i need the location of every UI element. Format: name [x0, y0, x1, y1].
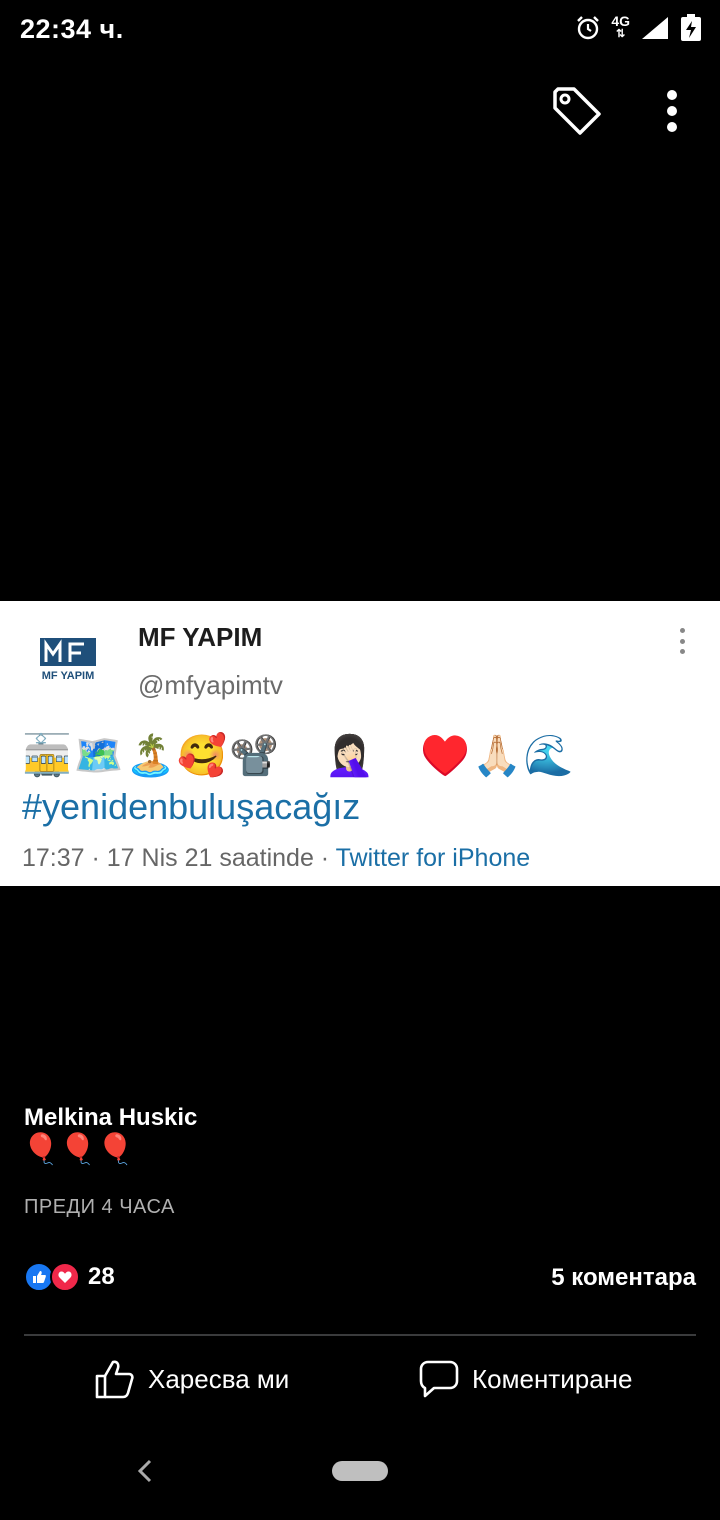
status-icons: 4G ⇅: [575, 14, 702, 42]
tweet-emoji-line: 🚋🗺️🏝️🥰📽️😨🤦🏻‍♀️😎♥️🙏🏻🌊😓😂: [22, 733, 669, 779]
reaction-count: 28: [88, 1263, 115, 1290]
network-indicator: 4G ⇅: [611, 13, 630, 40]
nav-home-pill[interactable]: [332, 1461, 388, 1481]
post-timestamp: ПРЕДИ 4 ЧАСА: [24, 1196, 175, 1218]
thumbs-up-icon: [95, 1360, 134, 1399]
more-options-button[interactable]: [656, 86, 688, 136]
tweet-more-icon: [680, 628, 690, 654]
more-vertical-icon: [667, 90, 677, 100]
post-caption: 🎈🎈🎈: [22, 1132, 135, 1167]
like-label: Харесва ми: [148, 1363, 290, 1394]
comment-icon: [419, 1360, 459, 1398]
nav-back-button[interactable]: [134, 1456, 156, 1495]
reactions-summary[interactable]: 28: [24, 1262, 115, 1292]
chevron-left-icon: [137, 1459, 152, 1483]
tweet-timestamp: 17:37 · 17 Nis 21 saatinde ·: [22, 844, 336, 872]
comment-count[interactable]: 5 коментара: [551, 1264, 696, 1292]
post-author[interactable]: Melkina Huskic: [24, 1104, 197, 1132]
tweet-author-handle: @mfyapimtv: [138, 670, 283, 700]
tweet-source: Twitter for iPhone: [335, 844, 531, 872]
tweet-meta: 17:37 · 17 Nis 21 saatinde · Twitter for…: [22, 844, 530, 873]
comment-button[interactable]: Коментиране: [418, 1358, 632, 1400]
signal-icon: [642, 17, 668, 39]
alarm-icon: [577, 16, 600, 40]
svg-text:MF YAPIM: MF YAPIM: [42, 670, 95, 682]
love-reaction-icon: [50, 1262, 80, 1292]
tweet-author-name: MF YAPIM: [138, 622, 263, 652]
tweet-hashtag: #yenidenbuluşacağız: [22, 786, 361, 827]
divider: [24, 1334, 696, 1336]
battery-charging-icon: [681, 14, 701, 41]
status-time: 22:34 ч.: [20, 14, 124, 44]
tag-button[interactable]: [550, 84, 604, 138]
like-button[interactable]: Харесва ми: [94, 1358, 289, 1400]
comment-label: Коментиране: [472, 1363, 633, 1394]
tweet-avatar-logo: MF YAPIM: [38, 636, 98, 682]
tag-icon: [553, 87, 601, 135]
